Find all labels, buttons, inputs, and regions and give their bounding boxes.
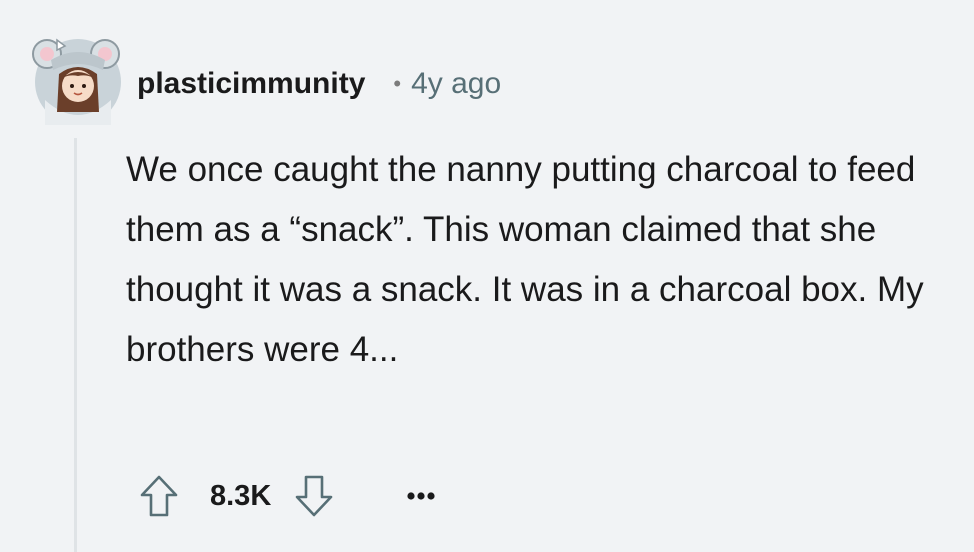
comment-body: We once caught the nanny putting charcoa… xyxy=(126,140,946,380)
thread-line[interactable] xyxy=(74,138,77,552)
comment-actions: 8.3K xyxy=(136,472,439,520)
user-avatar-icon xyxy=(32,38,121,125)
more-options-icon xyxy=(407,492,435,500)
upvote-arrow-icon xyxy=(140,475,178,517)
downvote-button[interactable] xyxy=(291,472,337,520)
more-options-button[interactable] xyxy=(403,472,439,520)
downvote-arrow-icon xyxy=(295,475,333,517)
username[interactable]: plasticimmunity xyxy=(137,67,365,101)
timestamp[interactable]: 4y ago xyxy=(411,67,501,101)
upvote-button[interactable] xyxy=(136,472,182,520)
vote-score: 8.3K xyxy=(210,479,272,512)
comment-header: plasticimmunity • 4y ago xyxy=(137,60,501,108)
meta-separator: • xyxy=(393,71,402,96)
comment-text: We once caught the nanny putting charcoa… xyxy=(126,150,924,369)
user-avatar[interactable] xyxy=(31,30,125,128)
